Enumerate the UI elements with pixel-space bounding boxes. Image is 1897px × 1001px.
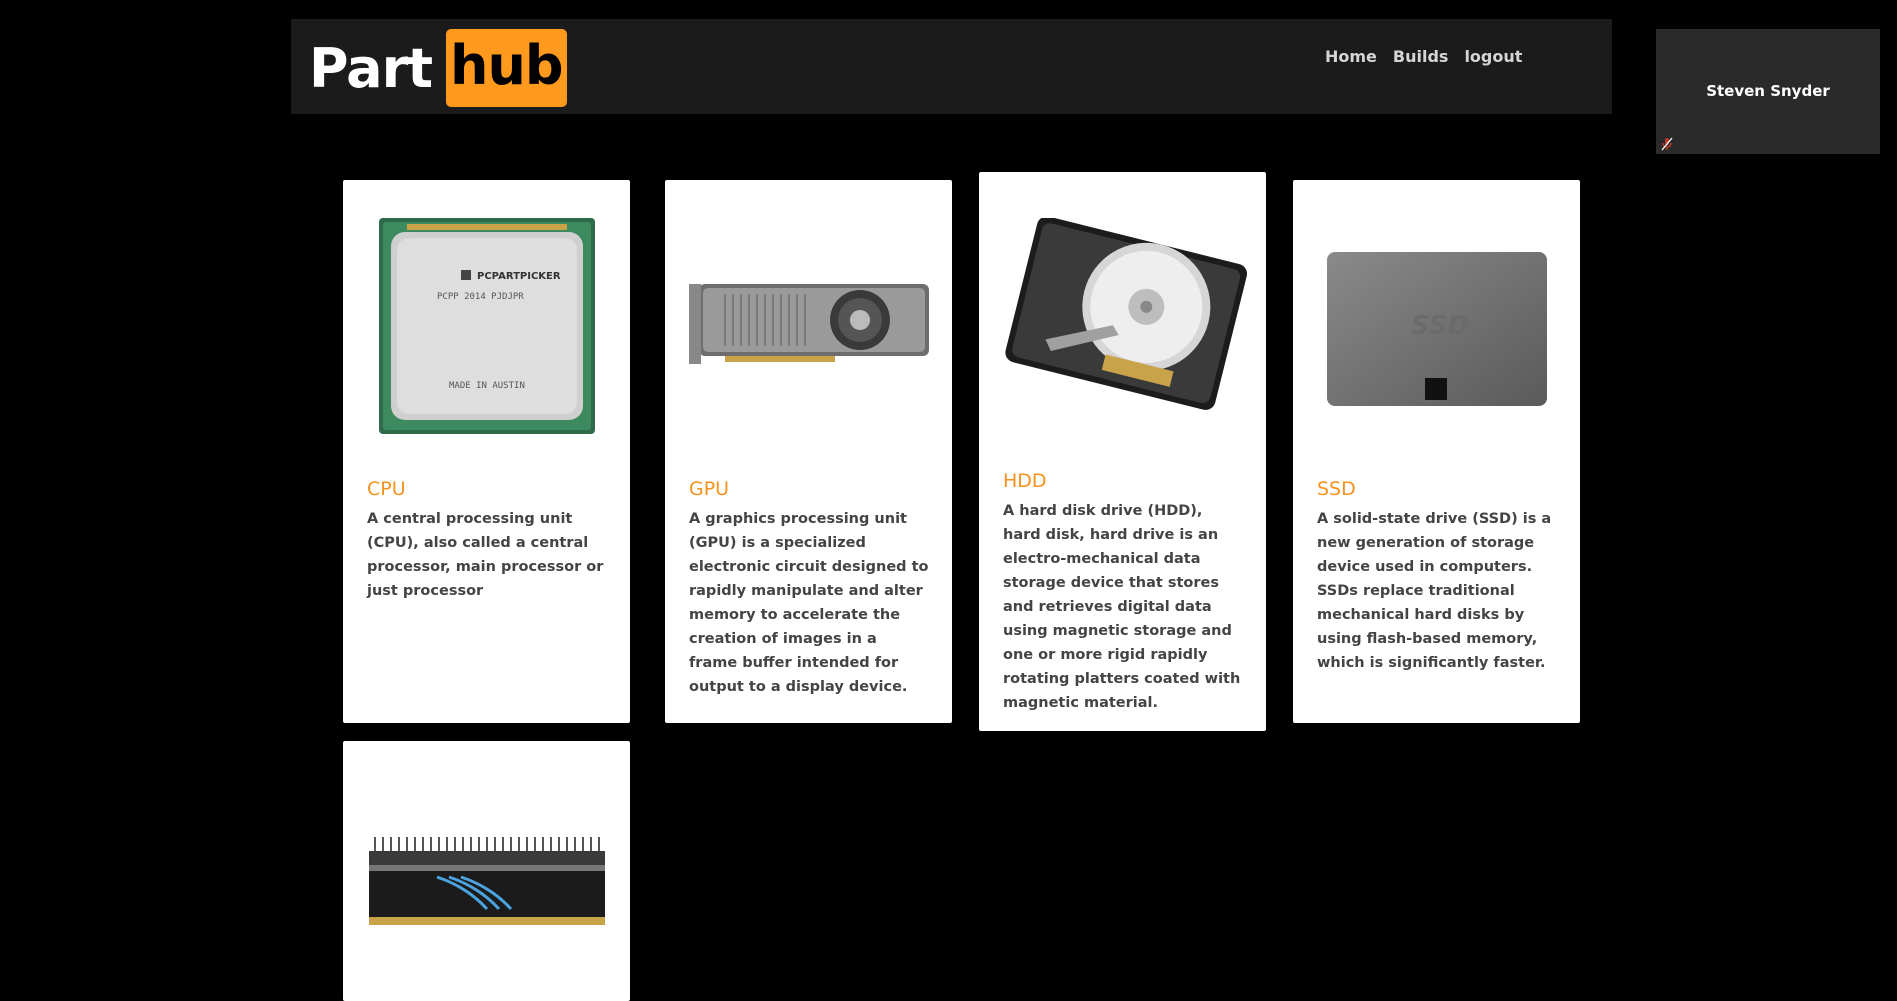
card-hdd[interactable]: HDD A hard disk drive (HDD), hard disk, … [979, 172, 1266, 731]
card-ram[interactable] [343, 741, 630, 1001]
hdd-image [1005, 218, 1248, 410]
svg-text:PCPARTPICKER: PCPARTPICKER [477, 271, 561, 282]
card-description: A graphics processing unit (GPU) is a sp… [689, 511, 929, 695]
card-title: HDD [1003, 470, 1047, 492]
mic-muted-icon [1661, 137, 1673, 151]
card-title: GPU [689, 478, 730, 500]
nav-builds-link[interactable]: Builds [1393, 47, 1449, 66]
card-cpu[interactable]: PCPARTPICKER PCPP 2014 PJDJPR MADE IN AU… [343, 180, 630, 723]
svg-text:MADE IN AUSTIN: MADE IN AUSTIN [449, 381, 525, 391]
brand-hub: hub [446, 29, 567, 107]
user-video-tile[interactable]: Steven Snyder [1656, 29, 1880, 154]
gpu-image [689, 284, 929, 364]
ram-image [369, 837, 605, 925]
nav-home-link[interactable]: Home [1325, 47, 1377, 66]
card-description: A hard disk drive (HDD), hard disk, hard… [1003, 503, 1241, 711]
card-gpu[interactable]: GPU A graphics processing unit (GPU) is … [665, 180, 952, 723]
card-description: A solid-state drive (SSD) is a new gener… [1317, 511, 1552, 671]
brand-logo[interactable]: Part hub [309, 29, 567, 107]
brand-part: Part [309, 36, 433, 100]
navbar: Part hub Home Builds logout [291, 19, 1612, 114]
user-name: Steven Snyder [1706, 82, 1830, 100]
ssd-image: SSD [1327, 252, 1547, 406]
nav-logout-link[interactable]: logout [1464, 47, 1522, 66]
nav-links: Home Builds logout [1325, 47, 1522, 66]
cpu-image: PCPARTPICKER PCPP 2014 PJDJPR MADE IN AU… [379, 218, 595, 434]
card-title: SSD [1317, 478, 1356, 500]
card-ssd[interactable]: SSD SSD A solid-state drive (SSD) is a n… [1293, 180, 1580, 723]
svg-text:SSD: SSD [1411, 311, 1469, 341]
svg-text:PCPP 2014 PJDJPR: PCPP 2014 PJDJPR [437, 292, 524, 302]
card-description: A central processing unit (CPU), also ca… [367, 511, 604, 599]
card-title: CPU [367, 478, 406, 500]
